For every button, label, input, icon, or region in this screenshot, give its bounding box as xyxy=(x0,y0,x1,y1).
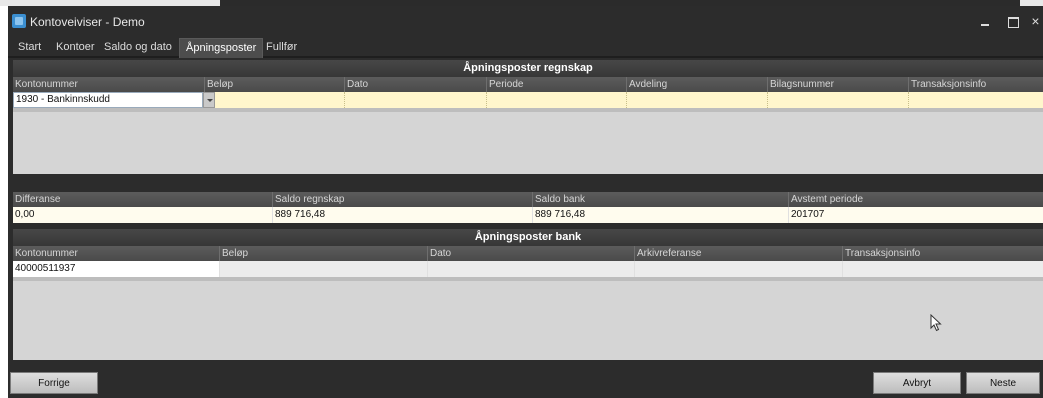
tab-fullfor[interactable]: Fullfør xyxy=(260,38,303,58)
col-saldo-regnskap: Saldo regnskap xyxy=(273,192,533,207)
col-differanse: Differanse xyxy=(13,192,273,207)
bank-cell-transaksjonsinfo[interactable] xyxy=(843,261,1043,277)
kontonummer-combobox[interactable]: 1930 - Bankinnskudd xyxy=(13,92,203,108)
bank-cell-arkivreferanse[interactable] xyxy=(635,261,843,277)
tab-kontoer[interactable]: Kontoer xyxy=(50,38,101,58)
title-bar: Kontoveiviser - Demo × xyxy=(8,6,1043,34)
cell-avdeling[interactable] xyxy=(627,92,768,108)
summary-grid-header: Differanse Saldo regnskap Saldo bank Avs… xyxy=(13,192,1043,207)
tab-bar: Start Kontoer Saldo og dato Åpningsposte… xyxy=(8,34,1043,58)
col-kontonummer[interactable]: Kontonummer xyxy=(13,77,205,92)
col-bilagsnummer[interactable]: Bilagsnummer xyxy=(768,77,909,92)
regnskap-empty-area xyxy=(13,108,1043,174)
bank-cell-dato[interactable] xyxy=(428,261,635,277)
wizard-footer: Forrige Avbryt Neste xyxy=(8,368,1043,398)
col-saldo-bank: Saldo bank xyxy=(533,192,789,207)
saldo-regnskap-value: 889 716,48 xyxy=(273,207,533,223)
bank-title: Åpningsposter bank xyxy=(13,229,1043,246)
cell-dato[interactable] xyxy=(345,92,487,108)
bank-col-kontonummer[interactable]: Kontonummer xyxy=(13,246,220,261)
bank-section: Åpningsposter bank Kontonummer Beløp Dat… xyxy=(13,229,1043,360)
regnskap-title: Åpningsposter regnskap xyxy=(13,60,1043,77)
previous-button[interactable]: Forrige xyxy=(10,372,98,394)
bank-cell-kontonummer[interactable]: 40000511937 xyxy=(13,261,220,277)
cell-periode[interactable] xyxy=(487,92,627,108)
bank-grid-header: Kontonummer Beløp Dato Arkivreferanse Tr… xyxy=(13,246,1043,261)
bank-col-belop[interactable]: Beløp xyxy=(220,246,428,261)
mouse-cursor-icon xyxy=(930,314,942,332)
dropdown-arrow-icon[interactable] xyxy=(203,92,215,108)
bank-col-dato[interactable]: Dato xyxy=(428,246,635,261)
tab-saldo-og-dato[interactable]: Saldo og dato xyxy=(98,38,178,58)
regnskap-section: Åpningsposter regnskap Kontonummer Beløp… xyxy=(13,60,1043,174)
col-avdeling[interactable]: Avdeling xyxy=(627,77,768,92)
bank-col-transaksjonsinfo[interactable]: Transaksjonsinfo xyxy=(843,246,1043,261)
next-button[interactable]: Neste xyxy=(966,372,1040,394)
col-avstemt-periode: Avstemt periode xyxy=(791,194,864,205)
tab-apningsposter[interactable]: Åpningsposter xyxy=(179,38,264,58)
summary-row: 0,00 889 716,48 889 716,48 201707 xyxy=(13,207,1043,223)
tab-start[interactable]: Start xyxy=(12,38,47,58)
close-button[interactable]: × xyxy=(1028,10,1043,32)
regnskap-row[interactable]: 1930 - Bankinnskudd xyxy=(13,92,1043,108)
col-belop[interactable]: Beløp xyxy=(205,77,345,92)
cancel-button[interactable]: Avbryt xyxy=(873,372,961,394)
col-periode[interactable]: Periode xyxy=(487,77,627,92)
summary-section: Differanse Saldo regnskap Saldo bank Avs… xyxy=(13,192,1043,223)
regnskap-grid-header: Kontonummer Beløp Dato Periode Avdeling … xyxy=(13,77,1043,92)
avstemt-periode-value: 201707 xyxy=(791,209,825,220)
bank-empty-area xyxy=(13,277,1043,360)
kontonummer-value: 1930 - Bankinnskudd xyxy=(16,94,110,105)
bank-col-arkivreferanse[interactable]: Arkivreferanse xyxy=(635,246,843,261)
col-dato[interactable]: Dato xyxy=(345,77,487,92)
bank-cell-belop[interactable] xyxy=(220,261,428,277)
col-transaksjonsinfo[interactable]: Transaksjonsinfo xyxy=(909,77,1043,92)
differanse-value: 0,00 xyxy=(13,207,273,223)
cell-transaksjonsinfo[interactable] xyxy=(909,92,1043,108)
minimize-button[interactable] xyxy=(974,10,996,32)
maximize-button[interactable] xyxy=(1002,10,1024,32)
wizard-window: Kontoveiviser - Demo × Start Kontoer Sal… xyxy=(8,6,1043,398)
window-title: Kontoveiviser - Demo xyxy=(30,15,145,29)
cell-belop[interactable] xyxy=(215,92,345,108)
saldo-bank-value: 889 716,48 xyxy=(533,207,789,223)
cell-bilagsnummer[interactable] xyxy=(768,92,909,108)
app-icon xyxy=(12,14,26,28)
bank-row[interactable]: 40000511937 xyxy=(13,261,1043,277)
